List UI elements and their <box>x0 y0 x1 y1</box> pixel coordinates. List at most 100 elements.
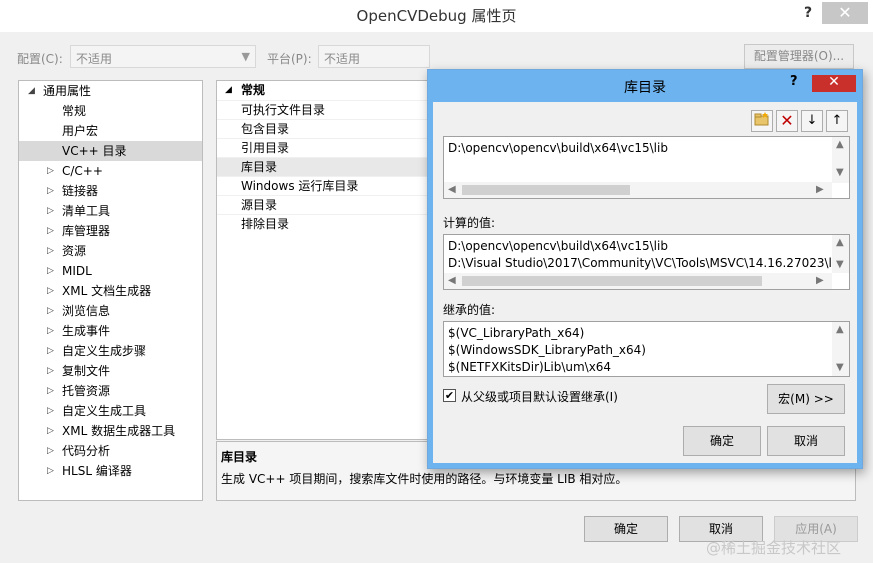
tree-item[interactable]: ▷ 链接器 <box>19 181 202 201</box>
scroll-left-arrow-icon[interactable]: ◀ <box>448 184 456 195</box>
expanded-triangle-icon[interactable]: ◢ <box>225 81 232 100</box>
tree-item[interactable]: ▷ HLSL 编译器 <box>19 461 202 481</box>
scroll-right-arrow-icon[interactable]: ▶ <box>816 275 824 286</box>
vertical-scrollbar[interactable]: ▲ ▼ <box>832 235 849 273</box>
vertical-scrollbar[interactable]: ▲ ▼ <box>832 322 849 376</box>
tree-item-label: 托管资源 <box>62 384 111 398</box>
tree-item-label: 复制文件 <box>62 364 111 378</box>
tree-item-label: 自定义生成步骤 <box>62 344 147 358</box>
property-row-label: 可执行文件目录 <box>241 103 326 117</box>
delete-button[interactable]: ✕ <box>776 110 798 132</box>
scroll-left-arrow-icon[interactable]: ◀ <box>448 275 456 286</box>
collapsed-triangle-icon[interactable]: ▷ <box>47 401 54 421</box>
list-item: D:\Visual Studio\2017\Community\VC\Tools… <box>448 256 843 270</box>
scroll-down-arrow-icon[interactable]: ▼ <box>836 259 844 270</box>
collapsed-triangle-icon[interactable]: ▷ <box>47 361 54 381</box>
list-item: D:\opencv\opencv\build\x64\vc15\lib <box>448 239 668 253</box>
tree-item[interactable]: ▷ MIDL <box>19 261 202 281</box>
tree-item-label: C/C++ <box>62 164 103 178</box>
move-down-button[interactable]: ↓ <box>801 110 823 132</box>
description-text: 生成 VC++ 项目期间，搜索库文件时使用的路径。与环境变量 LIB 相对应。 <box>221 472 628 486</box>
collapsed-triangle-icon[interactable]: ▷ <box>47 441 54 461</box>
tree-item-label: 链接器 <box>62 184 99 198</box>
directory-entry[interactable]: D:\opencv\opencv\build\x64\vc15\lib <box>448 141 668 155</box>
tree-item[interactable]: ▷ XML 数据生成器工具 <box>19 421 202 441</box>
scroll-down-arrow-icon[interactable]: ▼ <box>836 362 844 373</box>
collapsed-triangle-icon[interactable]: ▷ <box>47 161 54 181</box>
tree-item-label: 库管理器 <box>62 224 111 238</box>
tree-item[interactable]: ▷ 自定义生成工具 <box>19 401 202 421</box>
configuration-row: 配置(C): 不适用 ▼ 平台(P): 不适用 配置管理器(O)... <box>0 44 873 70</box>
scroll-up-arrow-icon[interactable]: ▲ <box>836 139 844 150</box>
scroll-right-arrow-icon[interactable]: ▶ <box>816 184 824 195</box>
collapsed-triangle-icon[interactable]: ▷ <box>47 321 54 341</box>
macros-button[interactable]: 宏(M) >> <box>767 384 845 414</box>
directory-list-editor[interactable]: D:\opencv\opencv\build\x64\vc15\lib ▲ ▼ … <box>443 136 850 199</box>
move-up-button[interactable]: ↑ <box>826 110 848 132</box>
inherit-checkbox[interactable]: ✔ <box>443 389 456 402</box>
dialog-body: ✕ ↓ ↑ D:\opencv\opencv\build\x64\vc15\li… <box>433 102 857 463</box>
collapsed-triangle-icon[interactable]: ▷ <box>47 341 54 361</box>
scroll-up-arrow-icon[interactable]: ▲ <box>836 237 844 248</box>
computed-values-list[interactable]: D:\Visual Studio\2017\Community\VC\Tools… <box>443 234 850 290</box>
help-button[interactable]: ? <box>796 2 820 24</box>
tree-item[interactable]: 常规 <box>19 101 202 121</box>
tree-item-label: XML 文档生成器 <box>62 284 152 298</box>
tree-item[interactable]: ▷ 资源 <box>19 241 202 261</box>
tree-item-label: 自定义生成工具 <box>62 404 147 418</box>
close-button[interactable]: ✕ <box>822 2 868 24</box>
collapsed-triangle-icon[interactable]: ▷ <box>47 241 54 261</box>
collapsed-triangle-icon[interactable]: ▷ <box>47 181 54 201</box>
scroll-down-arrow-icon[interactable]: ▼ <box>836 167 844 178</box>
collapsed-triangle-icon[interactable]: ▷ <box>47 221 54 241</box>
scroll-up-arrow-icon[interactable]: ▲ <box>836 324 844 335</box>
platform-combo[interactable]: 不适用 <box>318 45 430 68</box>
collapsed-triangle-icon[interactable]: ▷ <box>47 281 54 301</box>
vertical-scrollbar[interactable]: ▲ ▼ <box>832 137 849 183</box>
tree-item[interactable]: ▷ 复制文件 <box>19 361 202 381</box>
new-folder-button[interactable] <box>751 110 773 132</box>
tree-item-label: XML 数据生成器工具 <box>62 424 176 438</box>
window-title: OpenCVDebug 属性页 <box>356 7 517 25</box>
horizontal-scroll-thumb[interactable] <box>462 185 630 195</box>
collapsed-triangle-icon[interactable]: ▷ <box>47 261 54 281</box>
library-directories-dialog: 库目录 ? ✕ ✕ ↓ ↑ D:\opencv\opencv\build\x64… <box>427 69 863 469</box>
tree-item[interactable]: ▷ 托管资源 <box>19 381 202 401</box>
collapsed-triangle-icon[interactable]: ▷ <box>47 201 54 221</box>
inherited-values-label: 继承的值: <box>443 303 496 317</box>
inherited-values-list[interactable]: $(NETFXKitsDir)Lib\um\x64 $(WindowsSDK_Li… <box>443 321 850 377</box>
tree-item[interactable]: ▷ 浏览信息 <box>19 301 202 321</box>
ok-button[interactable]: 确定 <box>584 516 668 542</box>
tree-item-label: 清单工具 <box>62 204 111 218</box>
tree-item[interactable]: ▷ C/C++ <box>19 161 202 181</box>
dialog-cancel-button[interactable]: 取消 <box>767 426 845 456</box>
category-tree[interactable]: ◢ 通用属性 常规 用户宏 VC++ 目录 ▷ C/C++ ▷ 链接器 ▷ 清单工具 ▷ 库管理器 ▷… <box>18 80 203 501</box>
new-folder-icon <box>754 112 769 126</box>
collapsed-triangle-icon[interactable]: ▷ <box>47 301 54 321</box>
collapsed-triangle-icon[interactable]: ▷ <box>47 421 54 441</box>
tree-item[interactable]: VC++ 目录 <box>19 141 202 161</box>
tree-item[interactable]: ▷ 生成事件 <box>19 321 202 341</box>
horizontal-scrollbar[interactable]: ◀ ▶ <box>444 273 832 289</box>
horizontal-scrollbar[interactable]: ◀ ▶ <box>444 182 832 198</box>
property-row-label: 引用目录 <box>241 141 290 155</box>
tree-item-label: HLSL 编译器 <box>62 464 132 478</box>
tree-item[interactable]: ▷ 代码分析 <box>19 441 202 461</box>
dialog-ok-button[interactable]: 确定 <box>683 426 761 456</box>
config-combo[interactable]: 不适用 ▼ <box>70 45 256 68</box>
horizontal-scroll-thumb[interactable] <box>462 276 762 286</box>
tree-item[interactable]: ▷ 自定义生成步骤 <box>19 341 202 361</box>
move-down-icon: ↓ <box>806 113 818 128</box>
collapsed-triangle-icon[interactable]: ▷ <box>47 381 54 401</box>
inherit-checkbox-label[interactable]: 从父级或项目默认设置继承(I) <box>461 388 618 405</box>
config-manager-button[interactable]: 配置管理器(O)... <box>744 44 854 69</box>
collapsed-triangle-icon[interactable]: ▷ <box>47 461 54 481</box>
tree-item[interactable]: ▷ 清单工具 <box>19 201 202 221</box>
tree-item[interactable]: ▷ XML 文档生成器 <box>19 281 202 301</box>
tree-root[interactable]: ◢ 通用属性 <box>19 81 202 101</box>
tree-item[interactable]: ▷ 库管理器 <box>19 221 202 241</box>
expanded-triangle-icon[interactable]: ◢ <box>28 81 35 101</box>
chevron-down-icon: ▼ <box>241 50 250 63</box>
tree-item-label: 资源 <box>62 244 87 258</box>
tree-item[interactable]: 用户宏 <box>19 121 202 141</box>
